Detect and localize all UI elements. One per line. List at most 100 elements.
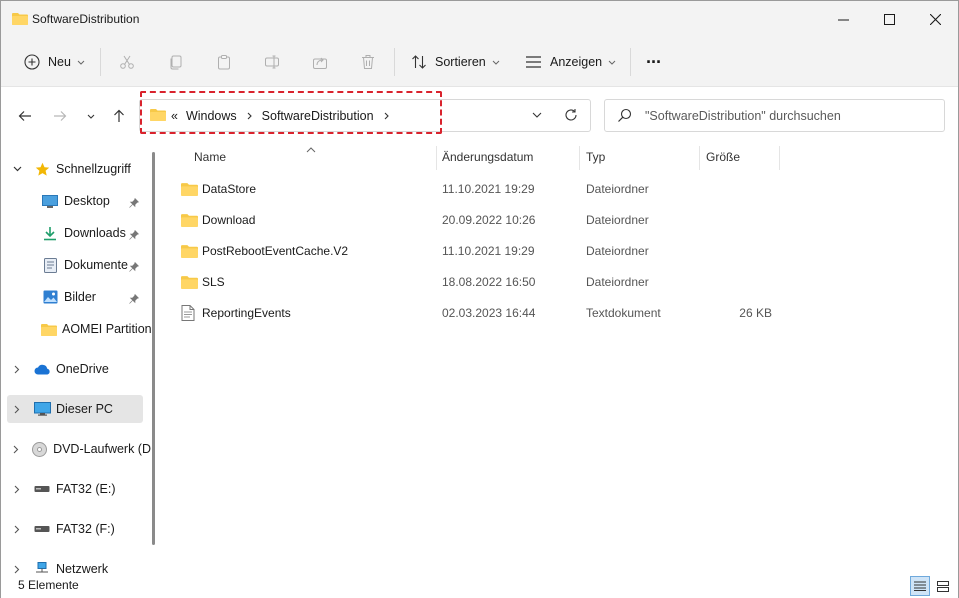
- column-header-label: Name: [194, 150, 227, 164]
- scrollbar-thumb[interactable]: [152, 152, 155, 545]
- plus-circle-icon: [24, 54, 40, 70]
- window-title: SoftwareDistribution: [32, 12, 140, 26]
- column-header-size[interactable]: Größe: [706, 144, 740, 170]
- chevron-right-icon[interactable]: [247, 109, 252, 123]
- pin-icon[interactable]: [129, 261, 140, 275]
- pin-icon[interactable]: [129, 229, 140, 243]
- pictures-icon: [41, 289, 59, 305]
- sort-label: Sortieren: [435, 55, 486, 69]
- sidebar-item-documents[interactable]: Dokumente: [41, 251, 161, 279]
- chevron-right-icon[interactable]: [11, 405, 23, 414]
- file-type: Dateiordner: [586, 212, 649, 227]
- file-name: DataStore: [202, 181, 257, 196]
- download-icon: [41, 225, 59, 241]
- more-options-button[interactable]: ···: [646, 37, 662, 87]
- sidebar-item-dvd-drive[interactable]: DVD-Laufwerk (D: [11, 435, 151, 463]
- sort-icon: [412, 55, 426, 69]
- forward-button[interactable]: [49, 105, 71, 127]
- file-name-cell: Download: [181, 204, 255, 235]
- search-box[interactable]: "SoftwareDistribution" durchsuchen: [604, 99, 945, 132]
- view-button[interactable]: Anzeigen: [525, 37, 616, 87]
- minimize-button[interactable]: [820, 1, 866, 37]
- sidebar-scrollbar[interactable]: [150, 144, 158, 574]
- scissors-icon: [120, 55, 134, 69]
- sidebar-item-onedrive[interactable]: OneDrive: [11, 355, 161, 383]
- delete-button[interactable]: [360, 37, 376, 87]
- file-date: 11.10.2021 19:29: [442, 181, 535, 196]
- chevron-right-icon[interactable]: [11, 445, 22, 454]
- sidebar-item-pictures[interactable]: Bilder: [41, 283, 161, 311]
- chevron-down-icon: [87, 114, 95, 119]
- file-size: [706, 204, 772, 235]
- share-icon: [313, 57, 327, 69]
- chevron-right-icon[interactable]: [11, 485, 23, 494]
- file-name: Download: [202, 212, 256, 227]
- back-button[interactable]: [14, 105, 36, 127]
- sidebar-item-quick-access[interactable]: Schnellzugriff: [11, 155, 161, 183]
- breadcrumb-overflow[interactable]: «: [171, 109, 178, 123]
- maximize-button[interactable]: [866, 1, 912, 37]
- new-button[interactable]: Neu: [24, 37, 85, 87]
- sidebar-item-fat32-f[interactable]: FAT32 (F:): [11, 515, 161, 543]
- sidebar-item-network[interactable]: Netzwerk: [11, 555, 161, 574]
- column-header-name[interactable]: Name: [194, 144, 226, 170]
- file-row[interactable]: SLS 18.08.2022 16:50 Dateiordner: [161, 266, 781, 297]
- refresh-icon: [565, 109, 577, 121]
- file-date: 18.08.2022 16:50: [442, 274, 536, 289]
- file-row[interactable]: PostRebootEventCache.V2 11.10.2021 19:29…: [161, 235, 781, 266]
- column-header-label: Typ: [586, 150, 606, 164]
- details-view-button[interactable]: [910, 576, 930, 596]
- file-name: ReportingEvents: [202, 305, 291, 320]
- clipboard-icon: [218, 55, 230, 70]
- breadcrumb-softwaredistribution[interactable]: SoftwareDistribution: [262, 109, 374, 123]
- chevron-down-icon[interactable]: [11, 166, 23, 172]
- file-row[interactable]: ReportingEvents 02.03.2023 16:44 Textdok…: [161, 297, 781, 328]
- folder-icon: [181, 275, 199, 289]
- sort-ascending-icon: [306, 142, 316, 156]
- folder-icon: [181, 182, 199, 196]
- pin-icon[interactable]: [129, 293, 140, 307]
- chevron-down-icon: [492, 60, 500, 65]
- view-label: Anzeigen: [550, 55, 603, 69]
- pin-icon[interactable]: [129, 197, 140, 211]
- recent-locations-button[interactable]: [80, 105, 102, 127]
- rename-button[interactable]: [264, 37, 280, 87]
- monitor-icon: [33, 401, 51, 417]
- address-bar[interactable]: « Windows SoftwareDistribution: [139, 99, 591, 132]
- tiles-view-button[interactable]: [933, 576, 953, 596]
- column-divider[interactable]: [699, 146, 700, 170]
- file-name-cell: PostRebootEventCache.V2: [181, 235, 348, 266]
- chevron-right-icon[interactable]: [384, 109, 389, 123]
- search-input[interactable]: "SoftwareDistribution" durchsuchen: [645, 109, 841, 123]
- column-divider[interactable]: [436, 146, 437, 170]
- sidebar-item-label: Dokumente: [64, 258, 128, 272]
- refresh-button[interactable]: [564, 108, 578, 125]
- sidebar-item-label: Dieser PC: [56, 402, 113, 416]
- sidebar-item-fat32-e[interactable]: FAT32 (E:): [11, 475, 161, 503]
- arrow-right-icon: [54, 111, 67, 121]
- sort-button[interactable]: Sortieren: [411, 37, 500, 87]
- share-button[interactable]: [312, 37, 328, 87]
- sidebar-item-aomei-partition[interactable]: AOMEI Partition: [41, 315, 151, 343]
- breadcrumb-windows[interactable]: Windows: [186, 109, 237, 123]
- chevron-right-icon[interactable]: [11, 565, 23, 574]
- address-history-button[interactable]: [532, 109, 542, 124]
- sidebar-item-this-pc[interactable]: Dieser PC: [7, 395, 143, 423]
- column-header-date[interactable]: Änderungsdatum: [442, 144, 533, 170]
- column-divider[interactable]: [779, 146, 780, 170]
- file-row[interactable]: DataStore 11.10.2021 19:29 Dateiordner: [161, 173, 781, 204]
- sidebar-item-desktop[interactable]: Desktop: [41, 187, 161, 215]
- folder-icon: [150, 108, 166, 124]
- sidebar-item-downloads[interactable]: Downloads: [41, 219, 161, 247]
- network-icon: [33, 561, 51, 574]
- copy-button[interactable]: [168, 37, 184, 87]
- column-divider[interactable]: [579, 146, 580, 170]
- paste-button[interactable]: [216, 37, 232, 87]
- file-row[interactable]: Download 20.09.2022 10:26 Dateiordner: [161, 204, 781, 235]
- close-button[interactable]: [912, 1, 958, 37]
- up-button[interactable]: [108, 105, 130, 127]
- chevron-right-icon[interactable]: [11, 365, 23, 374]
- chevron-right-icon[interactable]: [11, 525, 23, 534]
- cut-button[interactable]: [119, 37, 135, 87]
- column-header-type[interactable]: Typ: [586, 144, 605, 170]
